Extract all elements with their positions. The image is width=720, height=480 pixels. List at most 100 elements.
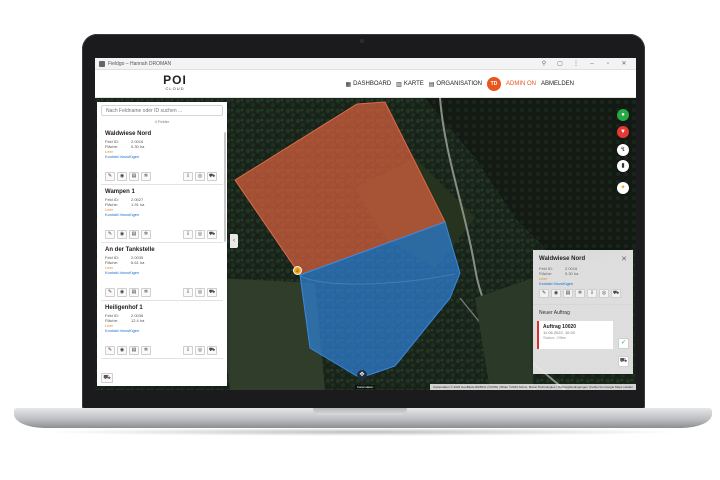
menu-icon[interactable]: ⋮: [568, 60, 584, 67]
nav-karte-label: KARTE: [403, 81, 424, 87]
order-card[interactable]: Auftrag 10020 11.06.2022, 10:20 Status: …: [537, 321, 613, 349]
print-icon[interactable]: ▤: [129, 288, 139, 297]
logo[interactable]: POI CLOUD: [161, 74, 189, 91]
new-order-button[interactable]: Neuer Auftrag: [533, 304, 633, 319]
target-icon[interactable]: ◎: [599, 289, 609, 298]
map[interactable]: 2 ✥ 4 Felder Waldwiese Nord Feld ID:2.00…: [95, 98, 636, 390]
map-attribution[interactable]: Kartendaten © 2023 GeoBasis-DE/BKG (©200…: [430, 384, 636, 390]
close-icon[interactable]: ✕: [621, 255, 627, 263]
tractor-icon[interactable]: ⛟: [207, 172, 217, 181]
nav-organisation[interactable]: ▤ ORGANISATION: [429, 81, 482, 88]
order-status: Status: Offen: [543, 335, 567, 340]
location-icon[interactable]: ⚲: [536, 60, 552, 67]
download-icon[interactable]: ⇩: [587, 289, 597, 298]
edit-icon[interactable]: ✎: [539, 289, 549, 298]
logout-link[interactable]: ABMELDEN: [541, 81, 574, 87]
extension-icon[interactable]: ▢: [552, 60, 568, 67]
eye-icon[interactable]: ◉: [117, 230, 127, 239]
bookmark-icon[interactable]: ▮: [617, 160, 629, 172]
location-pin-icon[interactable]: ✦: [617, 182, 629, 194]
print-icon[interactable]: ▤: [563, 289, 573, 298]
search-box[interactable]: [101, 105, 223, 116]
avatar[interactable]: TD: [486, 77, 501, 91]
map-logo: Kartendaten: [355, 385, 376, 389]
search-input[interactable]: [106, 107, 218, 114]
edit-icon[interactable]: ✎: [105, 288, 115, 297]
users-icon[interactable]: ●: [617, 109, 629, 121]
add-contact-link[interactable]: Kontakt hinzufügen: [105, 154, 219, 159]
tractor-icon[interactable]: ⛟: [618, 356, 629, 367]
eye-icon[interactable]: ◉: [117, 172, 127, 181]
field-area: 1.91 ha: [131, 202, 145, 207]
scrollbar[interactable]: [224, 132, 226, 242]
target-icon[interactable]: ◎: [195, 288, 205, 297]
camera: [360, 39, 364, 43]
filter-icon[interactable]: ▼: [617, 126, 629, 138]
close-button[interactable]: ✕: [616, 60, 632, 67]
minimize-button[interactable]: –: [584, 61, 600, 67]
window-title: Fieldgo – Hannah DROMAN: [108, 60, 172, 67]
add-contact-link[interactable]: Kontakt hinzufügen: [105, 212, 219, 217]
app-icon: [99, 60, 105, 67]
field-list-panel: 4 Felder Waldwiese Nord Feld ID:2.0016 F…: [97, 102, 227, 386]
nav-dashboard-label: DASHBOARD: [353, 81, 392, 87]
detail-area: 5.30 ha: [565, 271, 579, 276]
field-title: Waldwiese Nord: [105, 131, 152, 137]
nav-dashboard[interactable]: ▦ DASHBOARD: [345, 81, 391, 88]
card-actions: ✎ ◉ ▤ ✲ ⇩ ◎ ⛟: [105, 172, 219, 181]
edit-icon[interactable]: ✎: [105, 172, 115, 181]
field-card[interactable]: Heiligenhof 1 Feld ID: 2.0036 Fläche: 12.4…: [101, 301, 223, 359]
print-icon[interactable]: ▤: [129, 230, 139, 239]
download-icon[interactable]: ⇩: [183, 172, 193, 181]
nav-organisation-label: ORGANISATION: [436, 81, 482, 87]
laptop-shadow: [40, 428, 686, 436]
admin-toggle[interactable]: ADMIN ON: [506, 81, 536, 87]
tractor-icon[interactable]: ⛟: [207, 288, 217, 297]
field-card[interactable]: An der Tankstelle Feld ID: 2.0035 Fläche:…: [101, 243, 223, 301]
eye-icon[interactable]: ◉: [117, 288, 127, 297]
gear-icon[interactable]: ✲: [575, 289, 585, 298]
collapse-panel-button[interactable]: ‹: [230, 234, 238, 248]
screen: Fieldgo – Hannah DROMAN ⚲ ▢ ⋮ – ▫ ✕ POI …: [95, 58, 636, 390]
field-area: 5.30 ha: [131, 144, 145, 149]
print-icon[interactable]: ▤: [129, 346, 139, 355]
gear-icon[interactable]: ✲: [141, 288, 151, 297]
field-marker[interactable]: 2: [293, 266, 302, 275]
nav-items: ▦ DASHBOARD ▥ KARTE ▤ ORGANISATION TD AD…: [345, 70, 574, 98]
nav-karte[interactable]: ▥ KARTE: [396, 81, 424, 88]
field-card[interactable]: Wampen 1 Feld ID: 2.0027 Fläche: 1.91 ha L…: [101, 185, 223, 243]
add-contact-link[interactable]: Kontakt hinzufügen: [105, 328, 219, 333]
field-detail-popup: Waldwiese Nord ✕ Feld ID: 2.0016 Fläche: 5…: [533, 250, 633, 374]
print-icon[interactable]: ▤: [129, 172, 139, 181]
field-card[interactable]: Waldwiese Nord Feld ID: 2.0016 Fläche: 5.3…: [101, 127, 223, 185]
gear-icon[interactable]: ✲: [141, 172, 151, 181]
field-title: An der Tankstelle: [105, 247, 155, 253]
eye-icon[interactable]: ◉: [117, 346, 127, 355]
edit-icon[interactable]: ✎: [105, 230, 115, 239]
target-icon[interactable]: ◎: [195, 230, 205, 239]
download-icon[interactable]: ⇩: [183, 346, 193, 355]
field-title: Heiligenhof 1: [105, 305, 143, 311]
card-actions: ✎ ◉ ▤ ✲ ⇩ ◎ ⛟: [105, 288, 219, 297]
route-icon[interactable]: ↯: [617, 144, 629, 156]
target-icon[interactable]: ◎: [195, 346, 205, 355]
download-icon[interactable]: ⇩: [183, 288, 193, 297]
target-icon[interactable]: ◎: [195, 172, 205, 181]
filter-label[interactable]: 4 Felder: [97, 119, 227, 124]
gear-icon[interactable]: ✲: [141, 346, 151, 355]
tractor-icon[interactable]: ⛟: [207, 346, 217, 355]
download-icon[interactable]: ⇩: [183, 230, 193, 239]
add-field-icon[interactable]: ⛟: [101, 373, 113, 383]
gear-icon[interactable]: ✲: [141, 230, 151, 239]
maximize-button[interactable]: ▫: [600, 61, 616, 67]
tractor-icon[interactable]: ⛟: [207, 230, 217, 239]
tractor-icon[interactable]: ⛟: [611, 289, 621, 298]
compass-icon[interactable]: ✥: [357, 370, 367, 380]
card-actions: ✎ ◉ ▤ ✲ ⇩ ◎ ⛟: [105, 230, 219, 239]
check-icon[interactable]: ✓: [618, 338, 629, 349]
map-icon: ▥: [396, 81, 402, 88]
edit-icon[interactable]: ✎: [105, 346, 115, 355]
window-titlebar: Fieldgo – Hannah DROMAN ⚲ ▢ ⋮ – ▫ ✕: [95, 58, 636, 70]
eye-icon[interactable]: ◉: [551, 289, 561, 298]
add-contact-link[interactable]: Kontakt hinzufügen: [105, 270, 219, 275]
